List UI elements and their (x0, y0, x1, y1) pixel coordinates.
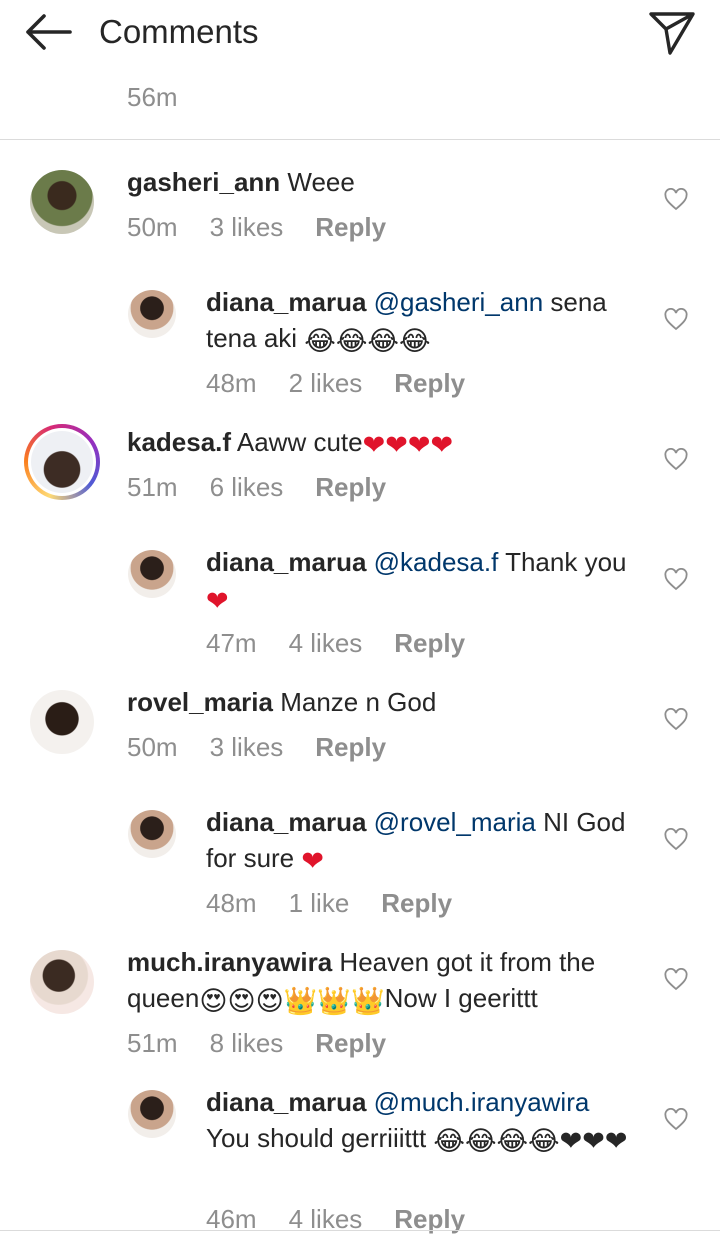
reply-button[interactable]: Reply (394, 368, 465, 398)
comment-time: 51m (127, 1028, 178, 1058)
comment-username[interactable]: diana_marua (206, 547, 366, 577)
mention-link[interactable]: @much.iranyawira (374, 1087, 590, 1117)
comment-meta: 50m 3 likes Reply (127, 730, 418, 764)
avatar[interactable] (128, 810, 176, 858)
comment-body: Thank you (498, 547, 627, 577)
comment-meta: 47m 4 likes Reply (206, 626, 497, 660)
comment-likes[interactable]: 4 likes (289, 628, 363, 658)
comment-text: kadesa.f Aaww cute❤❤❤❤ (127, 424, 637, 460)
reply-button[interactable]: Reply (315, 212, 386, 242)
comment-username[interactable]: rovel_maria (127, 687, 273, 717)
avatar[interactable] (128, 290, 176, 338)
comment-time: 50m (127, 212, 178, 242)
header-bar: Comments (0, 0, 720, 66)
send-icon[interactable] (648, 10, 696, 56)
comment-username[interactable]: diana_marua (206, 807, 366, 837)
comment-body: Aaww cute (231, 427, 363, 457)
emoji-sequence: ❤ (206, 586, 229, 616)
page-title: Comments (99, 13, 259, 50)
emoji-sequence: 😂😂😂😂❤❤❤ (433, 1126, 628, 1156)
comment-meta: 51m 8 likes Reply (127, 1026, 418, 1060)
comment-body-continued: Now I geerittt (384, 983, 538, 1013)
comment-username[interactable]: gasheri_ann (127, 167, 280, 197)
emoji-sequence: 😍😍😍👑👑👑 (199, 986, 385, 1016)
mention-link[interactable]: @rovel_maria (374, 807, 536, 837)
comment-username[interactable]: diana_marua (206, 1087, 366, 1117)
reply-button[interactable]: Reply (394, 628, 465, 658)
comment-time: 48m (206, 888, 257, 918)
like-heart-icon[interactable] (664, 1108, 688, 1132)
avatar[interactable] (30, 170, 94, 234)
comment-meta: 48m 1 like Reply (206, 886, 484, 920)
comment-text: rovel_maria Manze n God (127, 684, 637, 720)
divider (0, 139, 720, 140)
avatar[interactable] (30, 690, 94, 754)
comment-username[interactable]: diana_marua (206, 287, 366, 317)
comment-likes[interactable]: 3 likes (210, 212, 284, 242)
back-arrow-icon[interactable] (22, 12, 74, 52)
comment-text: much.iranyawira Heaven got it from the q… (127, 944, 637, 1016)
comment-meta: 48m 2 likes Reply (206, 366, 497, 400)
avatar[interactable] (128, 550, 176, 598)
like-heart-icon[interactable] (664, 968, 688, 992)
previous-comment-time: 56m (127, 82, 178, 112)
emoji-sequence: 😂😂😂😂 (304, 326, 431, 356)
comment-likes[interactable]: 3 likes (210, 732, 284, 762)
comment-text: diana_marua @gasheri_ann sena tena aki 😂… (206, 284, 636, 356)
comment-meta: 51m 6 likes Reply (127, 470, 418, 504)
comment-likes[interactable]: 2 likes (289, 368, 363, 398)
comment-text: diana_marua @kadesa.f Thank you ❤ (206, 544, 636, 616)
comment-body: Manze n God (272, 687, 437, 717)
like-heart-icon[interactable] (664, 308, 688, 332)
reply-button[interactable]: Reply (381, 888, 452, 918)
comment-time: 47m (206, 628, 257, 658)
comment-username[interactable]: much.iranyawira (127, 947, 332, 977)
avatar[interactable] (30, 950, 94, 1014)
comment-time: 50m (127, 732, 178, 762)
emoji-sequence: ❤❤❤❤ (362, 430, 454, 460)
like-heart-icon[interactable] (664, 568, 688, 592)
comment-username[interactable]: kadesa.f (127, 427, 231, 457)
mention-link[interactable]: @gasheri_ann (374, 287, 544, 317)
comment-time: 48m (206, 368, 257, 398)
like-heart-icon[interactable] (664, 708, 688, 732)
comment-text: diana_marua @much.iranyawira You should … (206, 1084, 636, 1156)
comment-meta: 50m 3 likes Reply (127, 210, 418, 244)
reply-button[interactable]: Reply (315, 732, 386, 762)
comment-time: 51m (127, 472, 178, 502)
comment-body: Weee (280, 167, 355, 197)
comment-likes[interactable]: 8 likes (210, 1028, 284, 1058)
divider (0, 1230, 720, 1231)
like-heart-icon[interactable] (664, 448, 688, 472)
comment-text: diana_marua @rovel_maria NI God for sure… (206, 804, 636, 876)
comment-likes[interactable]: 1 like (289, 888, 350, 918)
avatar-story-ring[interactable] (24, 424, 100, 500)
comment-text: gasheri_ann Weee (127, 164, 637, 200)
comment-likes[interactable]: 6 likes (210, 472, 284, 502)
like-heart-icon[interactable] (664, 188, 688, 212)
like-heart-icon[interactable] (664, 828, 688, 852)
emoji-sequence: ❤ (301, 846, 324, 876)
mention-link[interactable]: @kadesa.f (374, 547, 499, 577)
reply-button[interactable]: Reply (315, 472, 386, 502)
reply-button[interactable]: Reply (315, 1028, 386, 1058)
avatar[interactable] (128, 1090, 176, 1138)
avatar (31, 431, 93, 493)
comment-body: You should gerriiittt (206, 1123, 434, 1153)
